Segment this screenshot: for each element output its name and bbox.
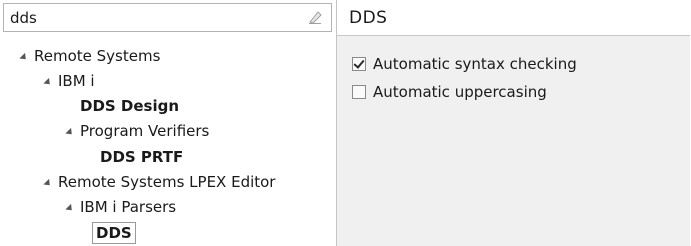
uppercasing-option[interactable]: Automatic uppercasing [352, 82, 547, 102]
tree-item-ibm-i-parsers[interactable]: IBM i Parsers [65, 195, 177, 219]
uppercasing-label: Automatic uppercasing [373, 83, 547, 101]
tree-item-program-verifiers[interactable]: Program Verifiers [65, 119, 210, 143]
expanded-arrow-icon[interactable] [43, 77, 53, 87]
tree-item-remote-systems[interactable]: Remote Systems [19, 44, 161, 68]
tree-item-label: DDS [92, 222, 136, 244]
preference-page: DDS Automatic syntax checking Automatic … [337, 0, 690, 246]
expanded-arrow-icon[interactable] [65, 127, 75, 137]
expanded-arrow-icon[interactable] [65, 203, 75, 213]
clear-filter-icon[interactable] [307, 9, 323, 25]
page-header: DDS [337, 0, 690, 36]
tree-item-lpex-editor[interactable]: Remote Systems LPEX Editor [43, 170, 276, 194]
tree-item-label: Program Verifiers [80, 122, 210, 140]
uppercasing-checkbox[interactable] [352, 85, 366, 99]
filter-field[interactable] [3, 3, 332, 32]
preference-navigation-pane: Remote Systems IBM i DDS Design Program … [0, 0, 337, 246]
syntax-checking-checkbox[interactable] [352, 57, 366, 71]
expanded-arrow-icon[interactable] [19, 52, 29, 62]
filter-input[interactable] [6, 5, 304, 30]
syntax-checking-option[interactable]: Automatic syntax checking [352, 54, 577, 74]
tree-item-label: IBM i Parsers [80, 198, 177, 216]
syntax-checking-label: Automatic syntax checking [373, 55, 577, 73]
tree-item-dds-design[interactable]: DDS Design [80, 94, 179, 118]
tree-item-ibm-i[interactable]: IBM i [43, 69, 95, 93]
expanded-arrow-icon[interactable] [43, 178, 53, 188]
tree-item-dds[interactable]: DDS [92, 221, 136, 245]
tree-item-label: Remote Systems LPEX Editor [58, 173, 276, 191]
tree-item-dds-prtf[interactable]: DDS PRTF [100, 145, 183, 169]
tree-item-label: IBM i [58, 72, 95, 90]
tree-item-label: DDS PRTF [100, 148, 184, 166]
page-title: DDS [349, 8, 388, 28]
tree-item-label: DDS Design [80, 97, 180, 115]
tree-item-label: Remote Systems [34, 47, 161, 65]
